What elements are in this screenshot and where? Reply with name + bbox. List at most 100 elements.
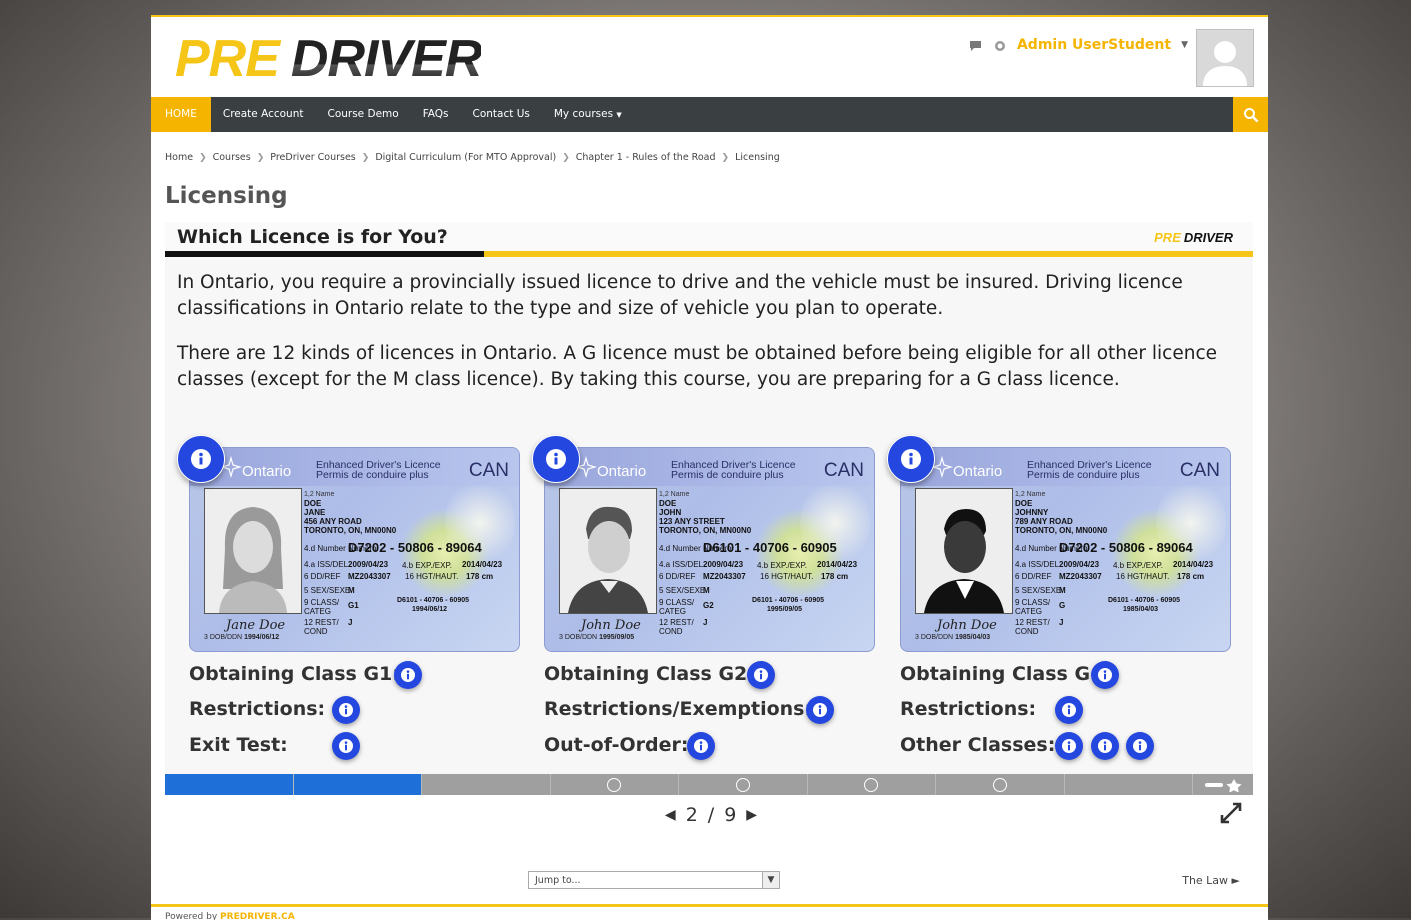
progress-segment-5[interactable]: [679, 774, 808, 795]
label-obtaining-g: Obtaining Class G:: [900, 663, 1098, 685]
footer-brand-link[interactable]: PREDRIVER.CA: [220, 912, 295, 920]
info-icon: [694, 739, 708, 753]
card-address-1: 789 ANY ROAD: [1015, 517, 1073, 526]
footer-prefix: Powered by: [165, 912, 218, 920]
nav-item-contact-us[interactable]: Contact Us: [461, 97, 542, 132]
info-button-obtaining-g[interactable]: [1091, 661, 1119, 689]
label-other-classes: Other Classes:: [900, 734, 1056, 756]
info-button-obtaining-g2[interactable]: [747, 661, 775, 689]
info-button-restrictions-g1[interactable]: [332, 696, 360, 724]
slide-progress-bar: [165, 774, 1253, 795]
progress-segment-4[interactable]: [551, 774, 679, 795]
card-province: Ontario: [953, 463, 1003, 480]
info-button-exit-test[interactable]: [332, 732, 360, 760]
info-button-other-classes-3[interactable]: [1126, 732, 1154, 760]
star-icon: [1205, 779, 1242, 792]
info-button-out-of-order[interactable]: [687, 732, 715, 760]
card-country: CAN: [823, 460, 864, 481]
breadcrumb-predriver-courses[interactable]: PreDriver Courses: [270, 152, 355, 163]
card-class: G2: [703, 601, 714, 610]
info-button-restrictions-g[interactable]: [1055, 696, 1083, 724]
breadcrumb-current[interactable]: Licensing: [735, 152, 780, 163]
card-sex-label: 5 SEX/SEXE: [304, 586, 351, 595]
nav-item-course-demo[interactable]: Course Demo: [315, 97, 410, 132]
card-given-name: JOHN: [659, 508, 682, 517]
info-button-other-classes-1[interactable]: [1055, 732, 1083, 760]
info-button-card-g2[interactable]: [532, 435, 580, 483]
card-country: CAN: [1179, 460, 1220, 481]
card-iss-label: 4.a ISS/DEL: [1015, 560, 1060, 569]
fullscreen-button[interactable]: [1220, 802, 1242, 824]
prev-slide-button[interactable]: ◀: [665, 807, 676, 823]
card-number: D6101 - 40706 - 60905: [703, 540, 837, 555]
card-address-2: TORONTO, ON, MN00N0: [304, 526, 397, 535]
slide-logo: PRE DRIVER: [1154, 230, 1233, 245]
user-name-link[interactable]: Admin UserStudent: [1017, 37, 1171, 53]
chevron-down-icon: ▼: [762, 872, 779, 888]
info-button-obtaining-g1[interactable]: [394, 661, 422, 689]
info-button-restrictions-exemptions[interactable]: [806, 696, 834, 724]
title-underline-yellow: [484, 251, 1253, 257]
card-code: D6101 - 40706 - 60905: [397, 597, 469, 604]
notification-icon[interactable]: [993, 38, 1007, 52]
breadcrumb-chapter[interactable]: Chapter 1 - Rules of the Road: [576, 152, 716, 163]
licence-photo: [915, 488, 1013, 614]
nav-item-faqs[interactable]: FAQs: [411, 97, 461, 132]
progress-final-segment[interactable]: [1193, 774, 1253, 795]
progress-segment-2[interactable]: [293, 774, 422, 795]
card-code: D6101 - 40706 - 60905: [752, 597, 824, 604]
card-dd-label: 6 DD/REF: [659, 572, 696, 581]
card-country: CAN: [468, 460, 509, 481]
nav-item-home[interactable]: HOME: [151, 97, 211, 132]
progress-segment-1[interactable]: [165, 774, 294, 795]
card-hgt: 178 cm: [1177, 572, 1205, 581]
chat-icon[interactable]: [969, 38, 983, 52]
card-hgt: 178 cm: [466, 572, 494, 581]
progress-segment-3[interactable]: [422, 774, 551, 795]
user-menu: Admin UserStudent ▼: [969, 37, 1188, 53]
card-address-2: TORONTO, ON, MN00N0: [1015, 526, 1108, 535]
info-button-other-classes-2[interactable]: [1091, 732, 1119, 760]
search-button[interactable]: [1233, 97, 1268, 132]
card-name-label: 1,2 Name: [659, 491, 690, 498]
label-restrictions-g1: Restrictions:: [189, 698, 326, 720]
nav-item-create-account[interactable]: Create Account: [211, 97, 316, 132]
licence-card-g1: Ontario Enhanced Driver's Licence Permis…: [189, 447, 520, 652]
slide-header: Which Licence is for You? PRE DRIVER: [165, 222, 1253, 258]
card-iss: 2009/04/23: [348, 560, 389, 569]
nav-item-my-courses[interactable]: My courses ▼: [542, 97, 634, 132]
label-obtaining-g2: Obtaining Class G2:: [544, 663, 755, 685]
next-slide-button[interactable]: ▶: [746, 807, 757, 823]
card-class-label: 9 CLASS/ CATEG: [1015, 598, 1051, 616]
info-button-card-g1[interactable]: [177, 435, 225, 483]
breadcrumb-home[interactable]: Home: [165, 152, 193, 163]
jump-to-select[interactable]: Jump to... ▼: [528, 871, 780, 889]
progress-segment-7[interactable]: [936, 774, 1065, 795]
card-code: D6101 - 40706 - 60905: [1108, 597, 1180, 604]
card-address-2: TORONTO, ON, MN00N0: [659, 526, 752, 535]
card-class: G: [1059, 601, 1066, 610]
card-exp: 2014/04/23: [1173, 560, 1214, 569]
card-rest: J: [703, 618, 708, 627]
info-icon: [339, 739, 353, 753]
info-button-card-g[interactable]: [887, 435, 935, 483]
progress-segment-8[interactable]: [1065, 774, 1193, 795]
progress-segment-6[interactable]: [808, 774, 936, 795]
card-surname: DOE: [659, 499, 677, 508]
info-icon: [1062, 739, 1076, 753]
next-activity-link[interactable]: The Law ►: [1182, 874, 1240, 887]
info-icon: [754, 668, 768, 682]
chevron-right-icon: ❯: [361, 152, 370, 163]
card-hgt: 178 cm: [821, 572, 849, 581]
chevron-down-icon[interactable]: ▼: [1181, 40, 1188, 50]
site-logo[interactable]: PRE DRIVER: [175, 33, 482, 85]
avatar[interactable]: [1196, 29, 1254, 87]
breadcrumb-courses[interactable]: Courses: [213, 152, 251, 163]
card-sex-label: 5 SEX/SEXE: [659, 586, 706, 595]
page-title: Licensing: [165, 183, 288, 209]
card-title-fr: Permis de conduire plus: [1027, 469, 1140, 481]
card-signature: John Doe: [581, 618, 641, 633]
card-rest-label: 12 REST/ COND: [1015, 618, 1050, 636]
info-icon: [401, 668, 415, 682]
breadcrumb-digital-curriculum[interactable]: Digital Curriculum (For MTO Approval): [375, 152, 556, 163]
